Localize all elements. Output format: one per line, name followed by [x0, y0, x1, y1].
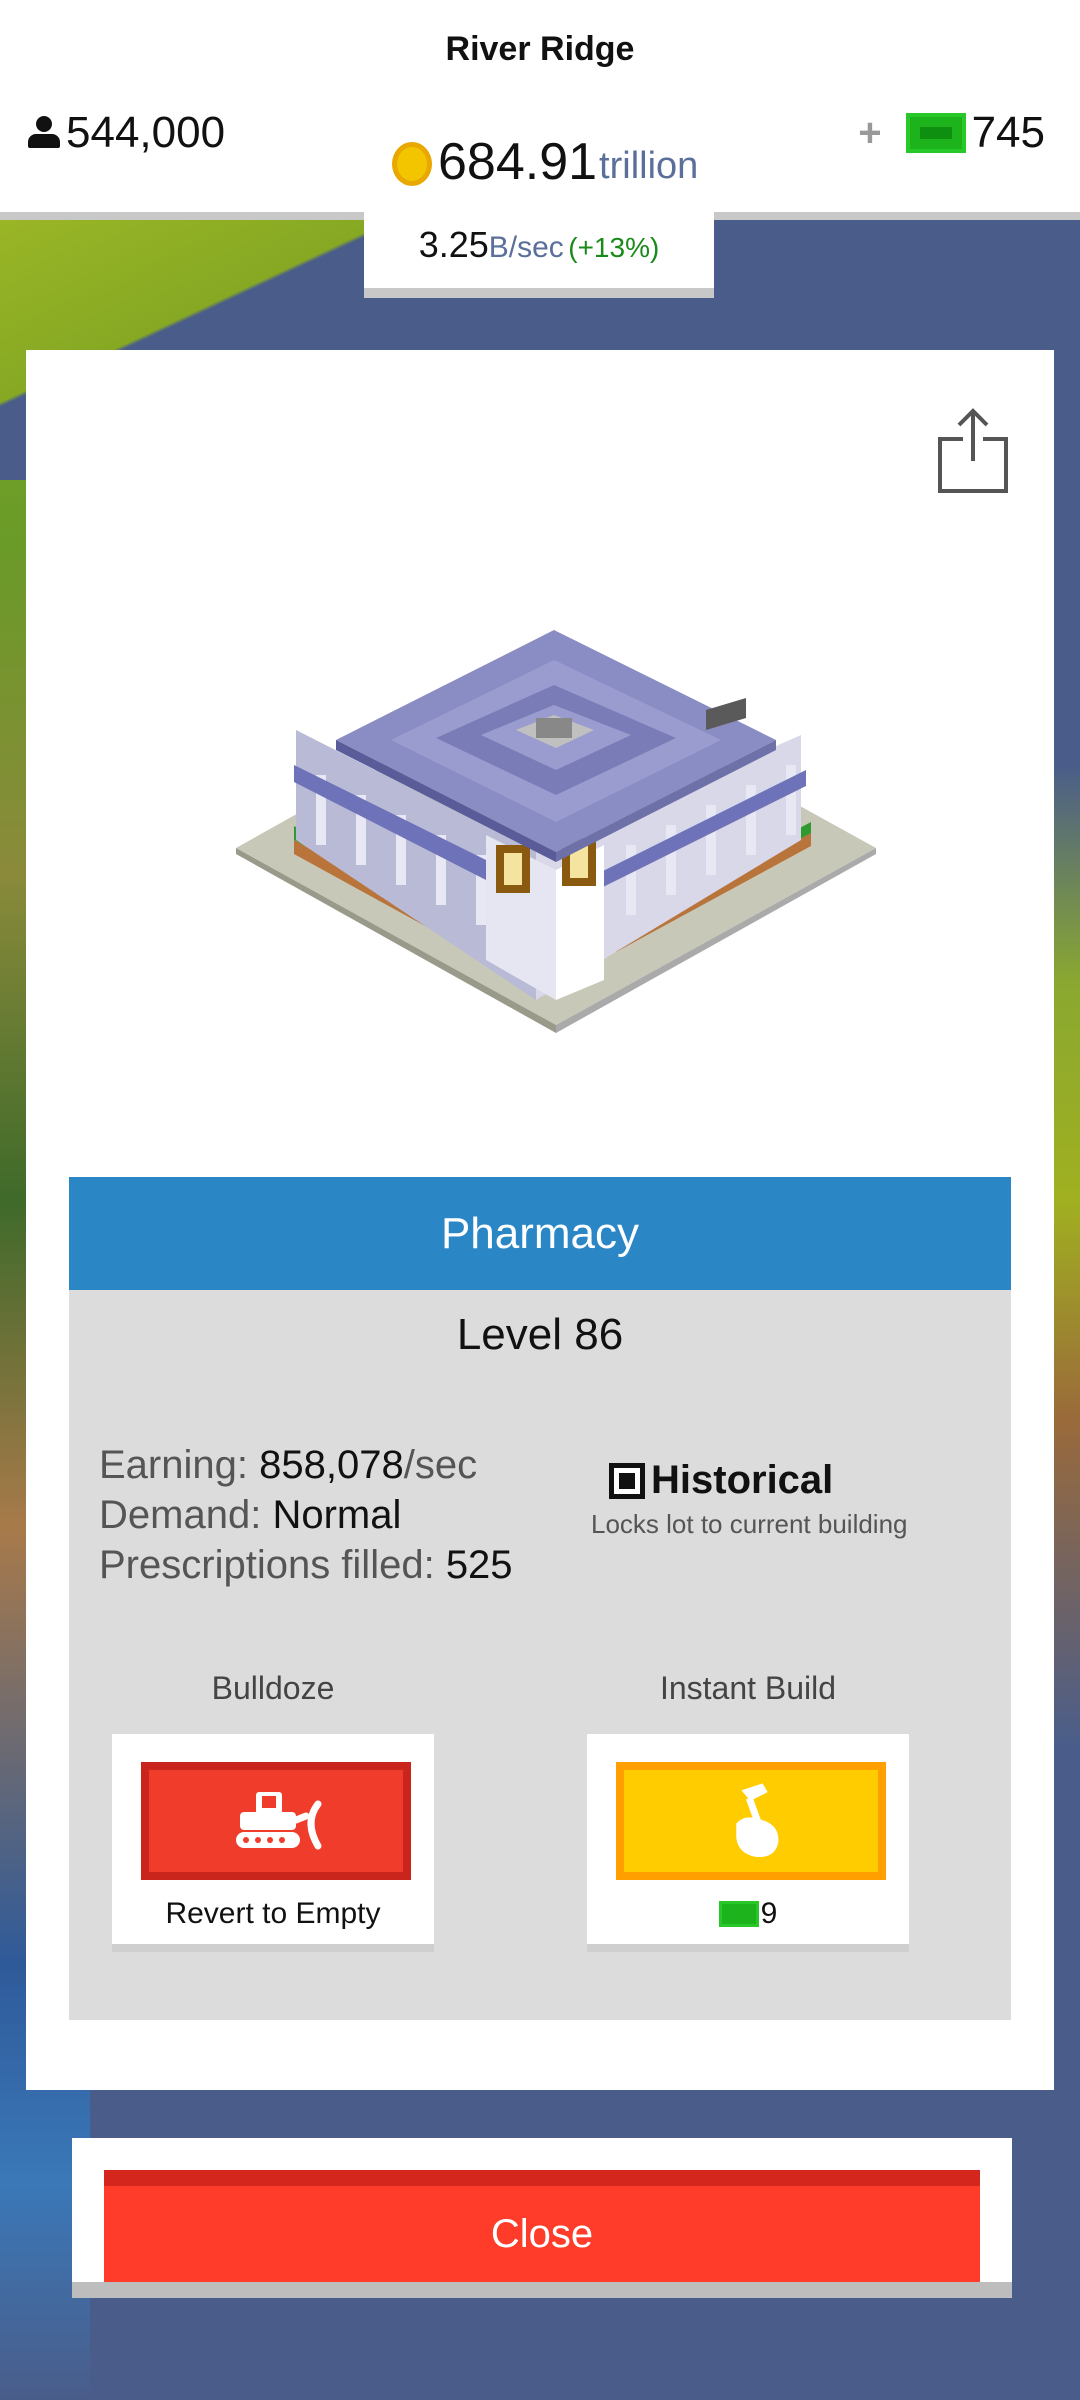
- bulldoze-caption: Revert to Empty: [165, 1897, 381, 1930]
- earning-row: Earning: 858,078/sec: [99, 1440, 513, 1490]
- building-details-panel: Level 86 Earning: 858,078/sec Demand: No…: [69, 1290, 1011, 2020]
- population-counter: 544,000: [26, 108, 225, 158]
- historical-label: Historical: [651, 1458, 834, 1502]
- money-value: 684.91: [438, 133, 598, 191]
- prescriptions-label: Prescriptions filled:: [99, 1543, 435, 1587]
- hammer-hand-icon: [736, 1783, 779, 1858]
- building-stats: Earning: 858,078/sec Demand: Normal Pres…: [99, 1440, 513, 1590]
- historical-description: Locks lot to current building: [591, 1509, 908, 1539]
- building-illustration: [236, 630, 876, 1033]
- population-value: 544,000: [66, 108, 226, 157]
- rate-unit: B/sec: [488, 231, 564, 264]
- rate-value: 3.25: [418, 224, 489, 265]
- demand-label: Demand:: [99, 1493, 262, 1537]
- building-info-card: Pharmacy Level 86 Earning: 858,078/sec D…: [26, 350, 1054, 2090]
- building-level: Level 86: [456, 1310, 624, 1359]
- instant-build-card: 9: [587, 1734, 909, 1952]
- top-status-bar: River Ridge 544,000 684.91 trillion + 74…: [0, 0, 1080, 220]
- bulldoze-card: Revert to Empty: [112, 1734, 434, 1952]
- cash-icon: [905, 113, 966, 153]
- income-rate: 3.25B/sec (+13%): [364, 212, 714, 298]
- instant-build-cost: 9: [587, 1897, 909, 1931]
- earning-value: 858,078: [259, 1443, 404, 1487]
- money-unit: trillion: [599, 145, 699, 187]
- historical-checkbox[interactable]: [609, 1462, 645, 1499]
- earning-unit: /sec: [403, 1443, 478, 1487]
- demand-row: Demand: Normal: [99, 1490, 513, 1540]
- historical-toggle[interactable]: Historical Locks lot to current building: [591, 1458, 908, 1540]
- historical-row[interactable]: Historical: [609, 1458, 908, 1503]
- add-cash-icon[interactable]: +: [858, 111, 881, 156]
- cash-counter[interactable]: + 745: [858, 108, 1045, 158]
- prescriptions-value: 525: [445, 1543, 513, 1587]
- cash-value: 745: [971, 108, 1045, 157]
- city-name: River Ridge: [445, 30, 635, 68]
- bulldozer-icon: [236, 1792, 322, 1850]
- earning-label: Earning:: [99, 1443, 248, 1487]
- bulldoze-button[interactable]: [141, 1762, 411, 1880]
- prescriptions-row: Prescriptions filled: 525: [99, 1540, 513, 1590]
- money-counter: 684.91 trillion: [392, 132, 698, 192]
- cash-icon: [718, 1901, 759, 1927]
- building-name: Pharmacy: [69, 1177, 1011, 1290]
- instant-build-label: Instant Build: [659, 1670, 837, 1706]
- demand-value: Normal: [272, 1493, 402, 1537]
- person-icon: [26, 116, 62, 150]
- instant-build-cost-value: 9: [760, 1897, 778, 1930]
- instant-build-button[interactable]: [616, 1762, 886, 1880]
- close-button-container: Close: [72, 2138, 1012, 2298]
- bulldoze-label: Bulldoze: [211, 1670, 335, 1706]
- coin-icon: [392, 142, 432, 186]
- share-icon[interactable]: [936, 405, 1010, 495]
- rate-change: (+13%): [568, 232, 660, 263]
- close-button[interactable]: Close: [104, 2170, 980, 2282]
